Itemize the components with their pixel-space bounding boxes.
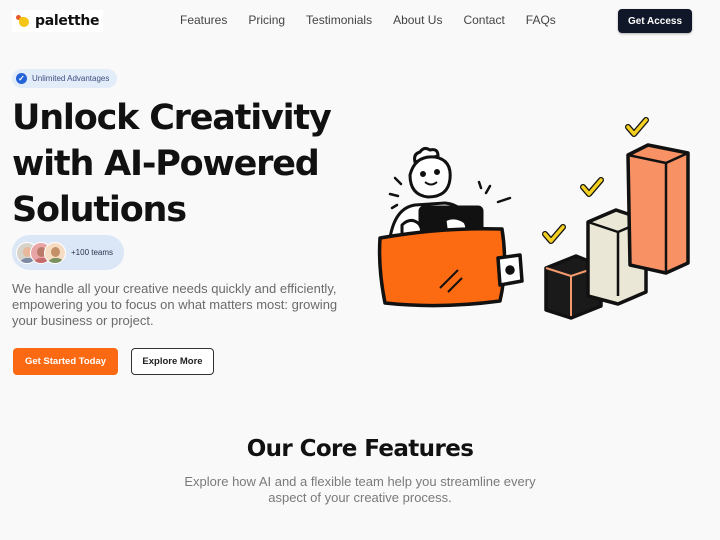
nav-testimonials[interactable]: Testimonials: [306, 13, 372, 27]
teams-count: +100 teams: [71, 248, 114, 257]
nav-features[interactable]: Features: [180, 13, 227, 27]
social-proof-pill: +100 teams: [12, 235, 124, 270]
check-circle-icon: ✓: [16, 73, 27, 84]
explore-more-button[interactable]: Explore More: [131, 348, 214, 375]
features-title: Our Core Features: [246, 436, 474, 462]
brand-logo[interactable]: paletthe: [12, 10, 104, 32]
get-access-button[interactable]: Get Access: [618, 9, 692, 33]
growth-bar-tall: [626, 143, 690, 275]
badge-label: Unlimited Advantages: [32, 74, 110, 83]
main-nav: Features Pricing Testimonials About Us C…: [180, 13, 556, 27]
get-started-button[interactable]: Get Started Today: [13, 348, 118, 375]
nav-faqs[interactable]: FAQs: [526, 13, 556, 27]
wallet-icon: [377, 226, 524, 308]
hero-illustration: [377, 117, 690, 320]
nav-about-us[interactable]: About Us: [393, 13, 442, 27]
features-description: Explore how AI and a flexible team help …: [184, 474, 536, 505]
nav-contact[interactable]: Contact: [463, 13, 504, 27]
landing-page: paletthe Features Pricing Testimonials A…: [0, 0, 720, 540]
hero-title: Unlock Creativity with AI-Powered Soluti…: [12, 98, 332, 230]
palette-logo-icon: [16, 14, 30, 28]
avatar: [44, 241, 66, 264]
advantages-badge: ✓ Unlimited Advantages: [12, 69, 118, 88]
hero-description: We handle all your creative needs quickl…: [12, 281, 338, 328]
nav-pricing[interactable]: Pricing: [248, 13, 285, 27]
brand-name: paletthe: [35, 13, 100, 29]
